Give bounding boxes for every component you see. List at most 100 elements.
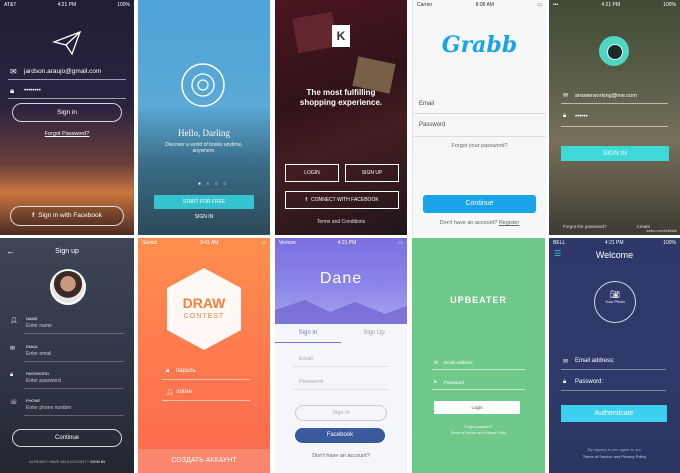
email-field[interactable]: jardson.araujo@gmail.com (24, 68, 101, 75)
lock-icon: 🔒︎ (10, 86, 15, 95)
authenticate-button[interactable]: Authenticate (561, 405, 667, 422)
login-button[interactable]: Login (434, 401, 520, 414)
photo-upload-button[interactable]: 📷︎ Your Photo (594, 281, 636, 323)
sign-in-button[interactable]: SIGN IN (561, 146, 669, 161)
email-label[interactable]: Email address: (575, 358, 615, 364)
screen-blur-railway: ••• 4:21 PM 100% ✉ answerworking@me.com … (549, 0, 680, 235)
tab-sign-in[interactable]: Sign In (275, 330, 341, 336)
headline: The most fulfilling shopping experience. (299, 88, 383, 107)
mail-icon: ✉ (563, 359, 569, 365)
avatar-camera-icon (599, 36, 629, 66)
mail-icon: ✉ (563, 93, 569, 99)
divider (162, 379, 250, 380)
divider (561, 390, 666, 391)
carrier: AT&T (4, 2, 17, 8)
time: 4:21 PM (604, 240, 624, 246)
avatar (50, 269, 86, 305)
battery-icon: ▭ (398, 240, 403, 246)
status-bar: AT&T 4:21 PM 100% (0, 0, 134, 10)
facebook-icon: f (305, 197, 307, 203)
sign-in-link[interactable]: SIGN IN (138, 214, 270, 220)
terms-link[interactable]: Terms and Conditions (275, 219, 407, 225)
watermark: weibo.com/Dribbble (646, 229, 677, 233)
mail-icon: ✉ (10, 67, 17, 76)
terms-link[interactable]: Terms of Service and Privacy Policy (549, 454, 680, 459)
active-tab-indicator (275, 342, 341, 343)
password-label[interactable]: Password: (575, 379, 603, 385)
contest-subtitle: CONTEST (183, 313, 225, 320)
email-input[interactable]: Email (299, 356, 313, 362)
grabb-logo: Grabb (441, 32, 518, 58)
login-input[interactable]: логин (176, 389, 192, 395)
create-account-button[interactable]: СОЗДАТЬ АККАУНТ (138, 449, 270, 473)
tab-sign-up[interactable]: Sign Up (341, 330, 407, 336)
forgot-password-link[interactable]: Forgot password? (412, 425, 545, 429)
greeting-subtitle: Discover a world of books anytime, anywh… (165, 142, 243, 154)
email-input[interactable]: Email address (444, 360, 473, 365)
battery-icon: ▭ (261, 240, 266, 246)
no-account-link[interactable]: Don't have an account? (275, 453, 407, 459)
divider (8, 79, 126, 80)
email-input[interactable]: Enter email (26, 351, 51, 357)
divider (24, 333, 124, 334)
start-free-button[interactable]: START FOR FREE (154, 195, 254, 209)
paper-plane-icon (52, 30, 82, 56)
battery: 100% (117, 2, 130, 8)
login-screens-collage: AT&T 4:21 PM 100% ✉ jardson.araujo@gmail… (0, 0, 680, 473)
divider (561, 126, 668, 127)
facebook-button[interactable]: Facebook (295, 428, 385, 443)
screen-grabb: Carrier 8:08 AM ▭ Grabb Email Password F… (412, 0, 546, 235)
forgot-password-link[interactable]: Forgot your password? (413, 143, 546, 149)
password-input[interactable]: пароль (176, 368, 196, 374)
register-link[interactable]: Register (499, 220, 519, 226)
continue-button[interactable]: Continue (12, 429, 122, 447)
signal-icon: ••• (553, 2, 559, 8)
sign-in-button[interactable]: Sign In (295, 405, 387, 421)
lock-icon: 🔒︎ (166, 368, 170, 374)
camera-icon: 📷︎ (609, 290, 621, 299)
page-title: Welcome (595, 250, 634, 260)
user-icon: 👤︎ (10, 318, 18, 324)
sign-in-link[interactable]: SIGN IN (90, 459, 105, 464)
carrier: Verizon (279, 240, 296, 246)
sign-in-button[interactable]: Sign in (12, 103, 122, 122)
terms-link[interactable]: Terms of Service and Privacy Policy (412, 431, 545, 435)
forgot-password-link[interactable]: Forgot the password? (563, 224, 607, 229)
login-button[interactable]: LOGIN (285, 164, 339, 182)
screen-gifts-shop: K The most fulfilling shopping experienc… (275, 0, 407, 235)
continue-button[interactable]: Continue (423, 195, 536, 213)
agree-text: By signing in you agree to our (588, 447, 641, 452)
upbeater-logo: UPBEATER (450, 295, 507, 305)
email-label: EMAIL (26, 344, 39, 349)
password-input[interactable]: Password (444, 380, 464, 385)
password-input[interactable]: Enter password (26, 378, 61, 384)
password-label: Password (419, 122, 446, 128)
facebook-icon: f (32, 212, 35, 219)
page-title: Sign up (55, 248, 79, 255)
screen-draw-contest: Sketch 9:41 AM ▭ DRAW CONTEST 🔒︎ пароль … (138, 238, 270, 473)
time: 4:21 PM (57, 2, 77, 8)
divider (432, 369, 525, 370)
password-field[interactable]: •••••••• (24, 88, 41, 94)
email-field[interactable]: answerworking@me.com (575, 93, 637, 99)
mail-icon: ✉ (10, 346, 16, 352)
signup-button[interactable]: SIGN UP (345, 164, 399, 182)
password-field[interactable]: •••••• (575, 114, 588, 120)
divider (8, 98, 126, 99)
password-input[interactable]: Password (299, 379, 323, 385)
k-logo-icon: K (332, 25, 350, 47)
phone-input[interactable]: Enter phone number (26, 405, 72, 411)
time: 4:21 PM (337, 240, 357, 246)
dane-logo: Dane (319, 270, 363, 287)
phone-label: PHONE (26, 398, 41, 403)
divider (413, 113, 546, 114)
divider (24, 361, 124, 362)
battery: 100% (663, 240, 676, 246)
facebook-connect-button[interactable]: f CONNECT WITH FACEBOOK (285, 191, 399, 209)
name-input[interactable]: Enter name (26, 323, 52, 329)
forgot-password-link[interactable]: Forgot Password? (0, 131, 134, 137)
divider (413, 136, 546, 137)
flower-logo-icon (181, 63, 225, 107)
facebook-button[interactable]: f Sign in with Facebook (10, 206, 124, 226)
time: 8:08 AM (475, 2, 494, 8)
